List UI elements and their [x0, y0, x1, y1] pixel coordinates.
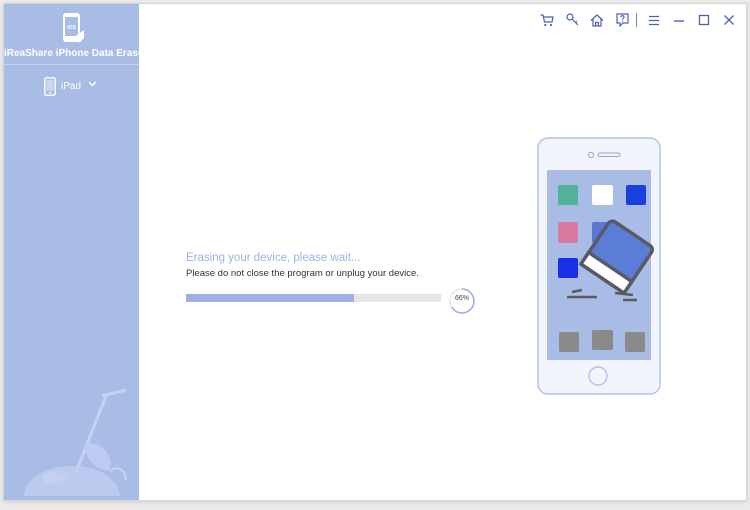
minimize-icon	[674, 19, 684, 22]
tablet-icon	[44, 77, 56, 96]
device-label: iPad	[61, 81, 82, 92]
sidebar: iOS iReaShare iPhone Data Eraser iPad	[4, 4, 148, 500]
help-icon	[615, 13, 629, 27]
title-bar-toolbar	[531, 11, 738, 29]
vacuum-cleaner-illustration	[24, 388, 127, 496]
app-logo-area: iOS iReaShare iPhone Data Eraser	[4, 4, 148, 64]
menu-button[interactable]	[645, 11, 663, 29]
sidebar-divider	[4, 64, 139, 65]
status-subtitle: Please do not close the program or unplu…	[186, 268, 419, 279]
phone-with-eraser-illustration	[537, 137, 661, 395]
device-selector[interactable]: iPad	[44, 77, 104, 97]
home-icon	[590, 13, 604, 27]
key-icon	[565, 13, 578, 26]
close-button[interactable]	[720, 11, 738, 29]
home-button[interactable]	[588, 11, 606, 29]
chevron-down-icon[interactable]	[88, 80, 97, 88]
minimize-button[interactable]	[670, 11, 688, 29]
app-window: iOS iReaShare iPhone Data Eraser iPad Er…	[3, 3, 747, 501]
maximize-button[interactable]	[695, 11, 713, 29]
close-icon	[724, 15, 734, 25]
logo-text: iOS	[67, 25, 76, 31]
toolbar-separator	[636, 13, 637, 27]
help-button[interactable]	[613, 11, 631, 29]
cart-button[interactable]	[538, 11, 556, 29]
register-button[interactable]	[563, 11, 581, 29]
progress-bar-fill	[186, 294, 355, 302]
progress-percent: 66%	[454, 295, 469, 302]
cart-icon	[540, 13, 554, 26]
status-title: Erasing your device, please wait...	[186, 252, 361, 264]
phone-ios-icon: iOS	[63, 13, 84, 43]
app-title: iReaShare iPhone Data Eraser	[4, 48, 148, 59]
menu-icon	[649, 15, 659, 25]
maximize-icon	[698, 14, 710, 26]
progress-bar	[186, 294, 441, 302]
